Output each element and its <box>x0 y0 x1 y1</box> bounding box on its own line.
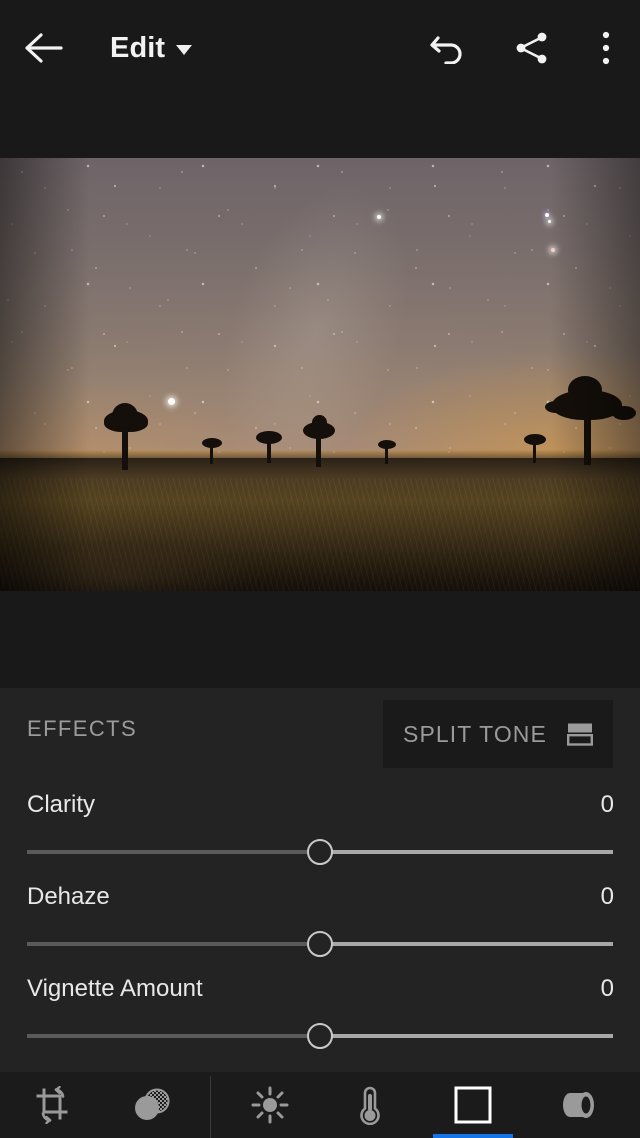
slider-label: Clarity <box>27 791 96 818</box>
edit-panel: EFFECTS SPLIT TONE Clarity 0 Dehaze 0 Vi… <box>0 688 640 1072</box>
tree-silhouette <box>256 431 282 444</box>
bottom-toolbar <box>0 1072 640 1138</box>
slider-track-left <box>27 1034 320 1038</box>
toolbar-item-light[interactable] <box>222 1072 318 1138</box>
slider-track-dehaze[interactable] <box>27 931 613 957</box>
section-title: EFFECTS <box>27 716 138 741</box>
slider-value: 0 <box>600 975 614 1002</box>
bright-star <box>377 215 381 219</box>
lens-icon <box>563 1092 594 1118</box>
edit-title-dropdown[interactable]: Edit <box>110 24 193 72</box>
more-options-button[interactable] <box>584 22 628 74</box>
slider-value: 0 <box>600 791 614 818</box>
thermometer-icon <box>360 1086 380 1125</box>
slider-vignette-amount: Vignette Amount 0 <box>0 975 640 1067</box>
toolbar-item-crop[interactable] <box>5 1072 101 1138</box>
split-tone-label: SPLIT TONE <box>403 720 547 747</box>
tree-silhouette <box>112 403 138 429</box>
share-icon <box>516 32 547 64</box>
slider-label: Dehaze <box>27 883 110 910</box>
slider-track-right <box>320 850 613 854</box>
photo-canvas-area <box>0 158 640 688</box>
split-tone-button[interactable]: SPLIT TONE <box>383 700 613 768</box>
bright-star <box>168 398 175 405</box>
slider-value: 0 <box>600 883 614 910</box>
undo-button[interactable] <box>422 22 474 74</box>
crop-rotate-icon <box>36 1086 68 1124</box>
toolbar-divider <box>210 1076 211 1138</box>
photo-preview[interactable] <box>0 158 640 591</box>
sun-icon <box>251 1086 289 1124</box>
selected-tab-indicator <box>433 1134 513 1138</box>
tree-silhouette <box>202 438 222 448</box>
toolbar-item-optics[interactable] <box>530 1072 626 1138</box>
slider-label: Vignette Amount <box>27 975 203 1002</box>
bright-star <box>545 213 549 217</box>
share-button[interactable] <box>506 22 558 74</box>
more-vertical-icon <box>602 31 610 65</box>
tree-silhouette <box>378 440 396 449</box>
split-tone-icon <box>566 723 593 746</box>
slider-clarity: Clarity 0 <box>0 791 640 883</box>
slider-track-left <box>27 942 320 946</box>
slider-track-right <box>320 942 613 946</box>
slider-track-left <box>27 850 320 854</box>
slider-track-clarity[interactable] <box>27 839 613 865</box>
toolbar-item-color[interactable] <box>322 1072 418 1138</box>
vignette-icon <box>454 1086 492 1124</box>
slider-dehaze: Dehaze 0 <box>0 883 640 975</box>
toolbar-item-presets[interactable] <box>104 1072 200 1138</box>
toolbar-item-effects[interactable] <box>425 1072 521 1138</box>
slider-track-vignette-amount[interactable] <box>27 1023 613 1049</box>
slider-thumb-dehaze[interactable] <box>307 931 333 957</box>
chevron-down-icon <box>176 45 193 55</box>
back-button[interactable] <box>18 22 70 74</box>
app-root: Edit EFFECTS SPLIT TONE Clarity 0 Dehaze… <box>0 0 640 1138</box>
tree-silhouette <box>312 415 327 430</box>
top-app-bar: Edit <box>0 0 640 158</box>
panel-header: EFFECTS SPLIT TONE <box>0 688 640 781</box>
slider-thumb-clarity[interactable] <box>307 839 333 865</box>
page-title: Edit <box>110 31 166 64</box>
slider-track-right <box>320 1034 613 1038</box>
slider-thumb-vignette-amount[interactable] <box>307 1023 333 1049</box>
arrow-left-icon <box>25 33 63 63</box>
tree-silhouette <box>524 434 546 445</box>
presets-icon <box>135 1088 170 1120</box>
undo-icon <box>430 36 462 64</box>
vignette-bottom <box>0 501 640 591</box>
